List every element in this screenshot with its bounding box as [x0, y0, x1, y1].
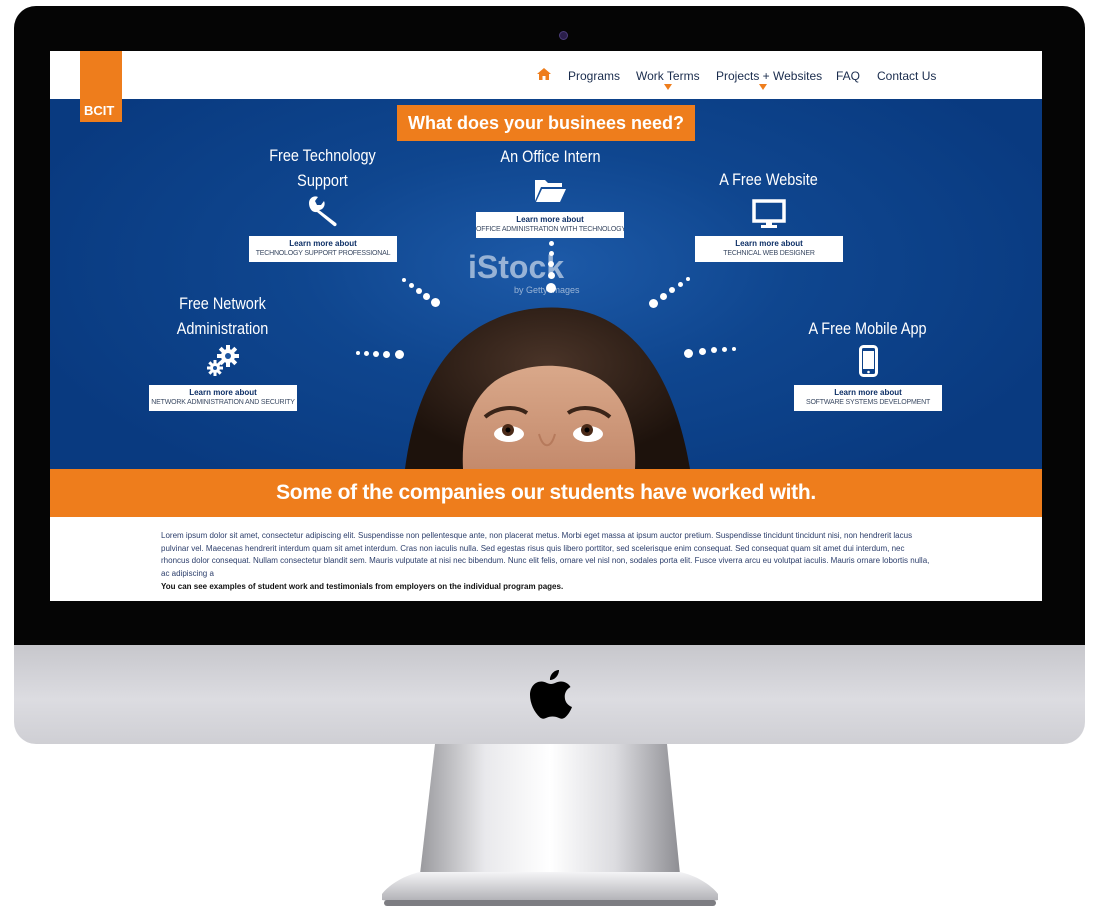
decor-dot	[678, 282, 683, 287]
decor-dot	[395, 350, 404, 359]
decor-dot	[409, 283, 414, 288]
companies-heading: Some of the companies our students have …	[50, 469, 1042, 517]
learn-more-website-button[interactable]: Learn more about TECHNICAL WEB DESIGNER	[695, 236, 843, 262]
service-title-office-intern: An Office Intern	[489, 144, 612, 169]
nav-work-terms[interactable]: Work Terms	[636, 69, 700, 83]
website-screen: Programs Work Terms Projects + Websites …	[50, 51, 1042, 601]
wrench-icon	[309, 196, 337, 227]
decor-dot	[686, 277, 690, 281]
content-section: Lorem ipsum dolor sit amet, consectetur …	[161, 530, 931, 593]
body-paragraph: Lorem ipsum dolor sit amet, consectetur …	[161, 531, 930, 578]
service-title-line: An Office Intern	[500, 147, 601, 166]
decor-dot	[546, 283, 556, 293]
woman-looking-up-image	[405, 307, 690, 469]
decor-dot	[669, 287, 675, 293]
nav-faq[interactable]: FAQ	[836, 69, 860, 83]
decor-dot	[722, 347, 727, 352]
service-title-mobile-app: A Free Mobile App	[806, 316, 929, 341]
learn-more-tech-support-button[interactable]: Learn more about TECHNOLOGY SUPPORT PROF…	[249, 236, 397, 262]
top-navbar: Programs Work Terms Projects + Websites …	[50, 51, 1042, 99]
service-title-tech-support: Free Technology Support	[261, 143, 384, 193]
decor-dot	[364, 351, 369, 356]
service-title-line: Support	[297, 171, 348, 190]
hero-section: What does your businees need? iStock by …	[50, 99, 1042, 469]
nav-contact-us[interactable]: Contact Us	[877, 69, 936, 83]
gears-icon	[207, 345, 239, 376]
decor-dot	[402, 278, 406, 282]
learn-more-label: Learn more about	[289, 239, 357, 248]
service-title-line: Administration	[176, 319, 269, 338]
decor-dot	[548, 261, 554, 267]
decor-dot	[431, 298, 440, 307]
logo-text: BCIT	[84, 103, 115, 118]
service-title-line: A Free Website	[719, 170, 818, 189]
camera-icon	[559, 31, 568, 40]
learn-more-label: Learn more about	[834, 388, 902, 397]
hero-banner: What does your businees need?	[397, 105, 695, 141]
work-terms-caret-icon[interactable]	[664, 84, 672, 90]
decor-dot	[684, 349, 693, 358]
decor-dot	[356, 351, 360, 355]
decor-dot	[383, 351, 390, 358]
folder-icon	[535, 180, 566, 202]
service-title-line: Free Network	[179, 294, 266, 313]
program-name: OFFICE ADMINISTRATION WITH TECHNOLOGY	[476, 226, 624, 233]
learn-more-label: Learn more about	[735, 239, 803, 248]
bcit-logo[interactable]: BCIT	[80, 51, 122, 122]
decor-dot	[649, 299, 658, 308]
decor-dot	[416, 288, 422, 294]
service-title-line: A Free Mobile App	[808, 319, 927, 338]
decor-dot	[732, 347, 736, 351]
service-title-line: Free Technology	[269, 146, 376, 165]
apple-logo-icon	[530, 670, 572, 719]
projects-caret-icon[interactable]	[759, 84, 767, 90]
decor-dot	[548, 272, 555, 279]
nav-programs[interactable]: Programs	[568, 69, 620, 83]
learn-more-network-button[interactable]: Learn more about NETWORK ADMINISTRATION …	[149, 385, 297, 411]
service-title-network: Free Network Administration	[161, 291, 284, 341]
phone-icon	[859, 345, 878, 377]
decor-dot	[549, 241, 554, 246]
decor-dot	[423, 293, 430, 300]
program-name: TECHNOLOGY SUPPORT PROFESSIONAL	[255, 250, 391, 257]
decor-dot	[373, 351, 379, 357]
learn-more-label: Learn more about	[189, 388, 257, 397]
program-name: TECHNICAL WEB DESIGNER	[723, 250, 815, 257]
monitor-icon	[752, 199, 786, 228]
home-icon[interactable]	[537, 68, 551, 80]
decor-dot	[699, 348, 706, 355]
learn-more-mobile-app-button[interactable]: Learn more about SOFTWARE SYSTEMS DEVELO…	[794, 385, 942, 411]
program-name: NETWORK ADMINISTRATION AND SECURITY	[151, 399, 295, 406]
monitor-stand	[382, 744, 718, 906]
program-name: SOFTWARE SYSTEMS DEVELOPMENT	[805, 399, 931, 406]
decor-dot	[549, 251, 554, 256]
nav-projects-websites[interactable]: Projects + Websites	[716, 69, 822, 83]
program-pages-note: You can see examples of student work and…	[161, 582, 564, 591]
learn-more-label: Learn more about	[516, 215, 584, 224]
service-title-website: A Free Website	[707, 167, 830, 192]
decor-dot	[711, 347, 717, 353]
learn-more-office-intern-button[interactable]: Learn more about OFFICE ADMINISTRATION W…	[476, 212, 624, 238]
monitor-chin	[14, 645, 1085, 744]
decor-dot	[660, 293, 667, 300]
